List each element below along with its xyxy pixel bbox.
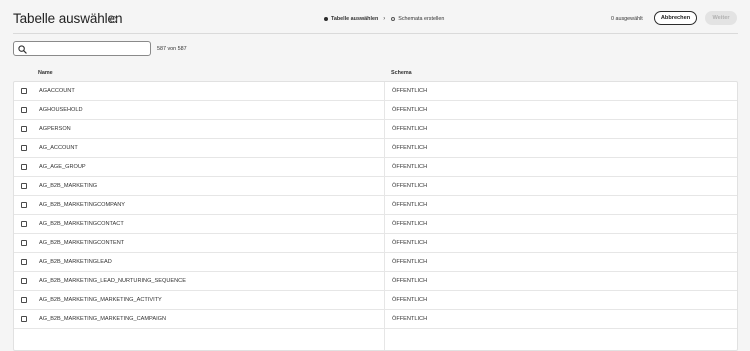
table-row[interactable]: AG_AGE_GROUP ÖFFENTLICH [14,158,737,177]
cell-name: AGHOUSEHOLD [39,107,83,113]
row-checkbox[interactable] [21,259,27,265]
cell-schema: ÖFFENTLICH [392,183,428,189]
cell-name: AG_B2B_MARKETINGCONTACT [39,221,124,227]
cell-schema: ÖFFENTLICH [392,240,428,246]
table-row[interactable]: AGHOUSEHOLD ÖFFENTLICH [14,101,737,120]
row-checkbox[interactable] [21,278,27,284]
header-divider [13,33,738,34]
chevron-right-icon: › [383,16,386,22]
row-checkbox[interactable] [21,240,27,246]
search-icon [18,45,27,54]
table-row[interactable]: AG_B2B_MARKETINGLEAD ÖFFENTLICH [14,253,737,272]
cell-name: AG_B2B_MARKETING_MARKETING_ACTIVITY [39,297,162,303]
table-row[interactable]: AG_ACCOUNT ÖFFENTLICH [14,139,737,158]
table-row[interactable]: AG_B2B_MARKETING_MARKETING_CAMPAIGN ÖFFEN… [14,310,737,329]
row-checkbox[interactable] [21,316,27,322]
cell-schema: ÖFFENTLICH [392,297,428,303]
search-field[interactable] [13,41,151,56]
cell-name: AG_ACCOUNT [39,145,78,151]
page-title: Tabelle auswählen [13,11,123,26]
cell-name: AG_B2B_MARKETING_LEAD_NURTURING_SEQUENCE [39,278,186,284]
table-row[interactable]: AG_B2B_MARKETINGCONTENT ÖFFENTLICH [14,234,737,253]
info-icon[interactable]: i [110,16,117,23]
search-input[interactable] [30,43,148,54]
step-label: Schemata erstellen [398,16,445,22]
row-checkbox[interactable] [21,126,27,132]
step-label: Tabelle auswählen [331,16,379,22]
selected-count: 0 ausgewählt [611,16,643,22]
cell-schema: ÖFFENTLICH [392,316,428,322]
step-indicator: Tabelle auswählen › Schemata erstellen [324,16,444,22]
row-checkbox[interactable] [21,221,27,227]
step-pending-dot-icon [391,17,396,21]
cell-schema: ÖFFENTLICH [392,202,428,208]
step-select-table: Tabelle auswählen [324,16,378,22]
row-checkbox[interactable] [21,88,27,94]
cell-schema: ÖFFENTLICH [392,259,428,265]
table-row[interactable]: AG_B2B_MARKETING_LEAD_NURTURING_SEQUENCE… [14,272,737,291]
column-header-name[interactable]: Name [38,70,53,76]
cell-name: AGPERSON [39,126,71,132]
cancel-button[interactable]: Abbrechen [654,11,697,25]
cell-name: AG_B2B_MARKETINGCONTENT [39,240,125,246]
row-checkbox[interactable] [21,164,27,170]
row-checkbox[interactable] [21,202,27,208]
table-body: AGACCOUNT ÖFFENTLICH AGHOUSEHOLD ÖFFENTLICH… [13,81,738,351]
cell-name: AGACCOUNT [39,88,75,94]
row-checkbox[interactable] [21,297,27,303]
cell-schema: ÖFFENTLICH [392,126,428,132]
table-row[interactable]: AG_B2B_MARKETINGCONTACT ÖFFENTLICH [14,215,737,234]
row-checkbox[interactable] [21,145,27,151]
table-row[interactable]: AG_B2B_MARKETING_MARKETING_ACTIVITY ÖFFEN… [14,291,737,310]
table-row[interactable]: AG_B2B_MARKETING ÖFFENTLICH [14,177,737,196]
step-create-schemas: Schemata erstellen [391,16,444,22]
cell-schema: ÖFFENTLICH [392,221,428,227]
cell-schema: ÖFFENTLICH [392,278,428,284]
row-checkbox[interactable] [21,183,27,189]
cell-schema: ÖFFENTLICH [392,88,428,94]
cell-schema: ÖFFENTLICH [392,107,428,113]
cell-name: AG_B2B_MARKETING [39,183,98,189]
page-header: Tabelle auswählen i Tabelle auswählen › … [0,0,750,34]
table-list: Name Schema AGACCOUNT ÖFFENTLICH AGHOUSEHO… [13,65,738,351]
table-row[interactable]: AGPERSON ÖFFENTLICH [14,120,737,139]
cell-name: AG_B2B_MARKETING_MARKETING_CAMPAIGN [39,316,167,322]
table-row[interactable]: AG_B2B_MARKETINGCOMPANY ÖFFENTLICH [14,196,737,215]
cell-name: AG_B2B_MARKETINGCOMPANY [39,202,125,208]
next-button[interactable]: Weiter [705,11,737,25]
cell-schema: ÖFFENTLICH [392,164,428,170]
column-header-schema[interactable]: Schema [391,70,412,76]
cell-schema: ÖFFENTLICH [392,145,428,151]
table-row[interactable]: AGACCOUNT ÖFFENTLICH [14,82,737,101]
table-header: Name Schema [13,65,738,81]
cell-name: AG_AGE_GROUP [39,164,86,170]
row-checkbox[interactable] [21,107,27,113]
result-count: 587 von 587 [157,46,187,52]
step-active-dot-icon [324,17,328,21]
cell-name: AG_B2B_MARKETINGLEAD [39,259,112,265]
